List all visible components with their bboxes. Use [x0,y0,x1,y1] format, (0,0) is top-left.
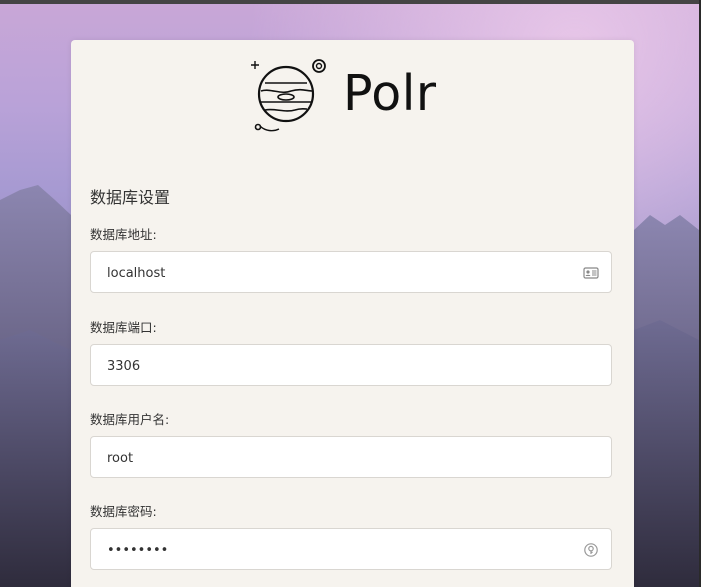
db-password-field[interactable] [90,528,612,570]
brand-logo: Polr [251,53,461,133]
db-password-label: 数据库密码: [90,504,157,519]
setup-card: Polr 数据库设置 数据库地址: 数据库端口: 数据库用户名: 数据库密码: [71,40,634,587]
db-port-label: 数据库端口: [90,320,157,335]
db-username-label: 数据库用户名: [90,412,170,427]
planet-logo-icon [251,59,326,132]
db-username-field[interactable] [90,436,612,478]
db-port-field[interactable] [90,344,612,386]
db-host-input[interactable] [107,263,567,283]
brand-name: Polr [343,65,437,122]
db-username-input[interactable] [107,448,567,468]
section-title: 数据库设置 [90,188,171,207]
contact-card-icon[interactable] [583,265,599,281]
db-host-field[interactable] [90,251,612,293]
password-key-icon[interactable] [583,542,599,558]
db-password-input[interactable] [107,540,567,560]
db-host-label: 数据库地址: [90,227,157,242]
db-port-input[interactable] [107,356,567,376]
